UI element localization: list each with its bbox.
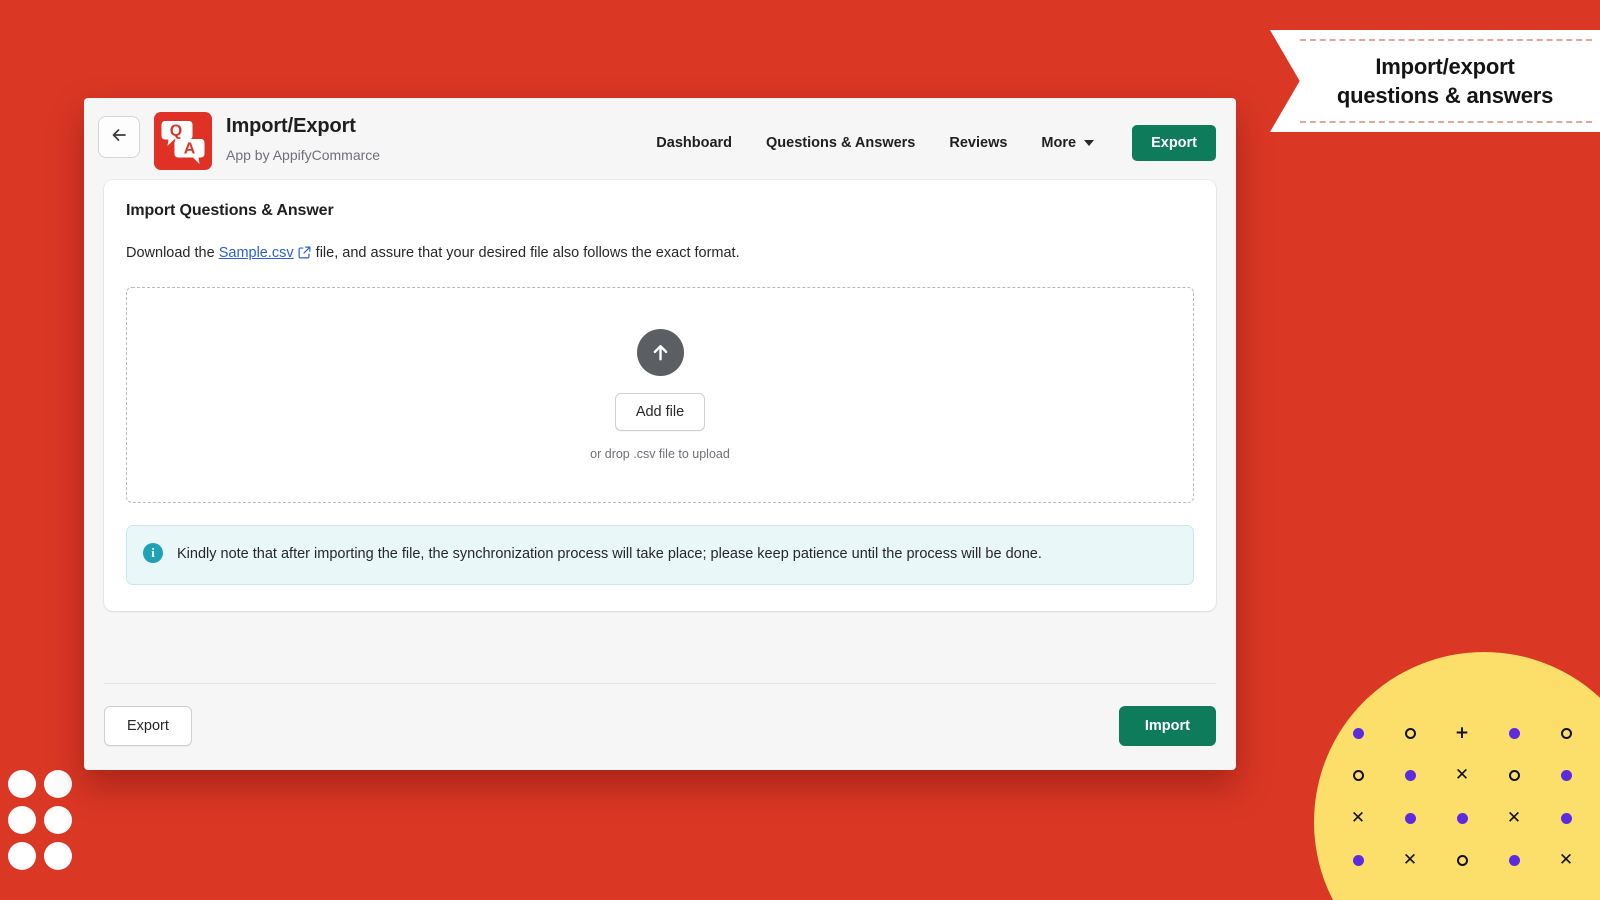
app-window: Q A Import/Export App by AppifyCommarce … [84, 98, 1236, 770]
decorative-dot [8, 806, 36, 834]
card-title: Import Questions & Answer [126, 202, 334, 219]
decorative-dot [8, 770, 36, 798]
decorative-mark-grid-bottom-right: + ✕ ✕ ✕ ✕ ✕ [1332, 712, 1592, 882]
decorative-x: ✕ [1454, 765, 1470, 786]
decorative-ring [1404, 727, 1416, 739]
nav-item-more[interactable]: More [1041, 135, 1095, 151]
external-link-icon[interactable] [298, 246, 311, 263]
card-footer: Export Import [104, 683, 1216, 770]
decorative-dot [1560, 770, 1572, 782]
ribbon-title: Import/export questions & answers [1335, 52, 1561, 111]
app-title-block: Import/Export App by AppifyCommarce [226, 112, 380, 163]
chevron-down-icon [1084, 140, 1095, 146]
arrow-up-circle-icon [636, 329, 684, 376]
app-topbar: Q A Import/Export App by AppifyCommarce … [84, 98, 1236, 180]
description-text-after: file, and assure that your desired file … [311, 245, 740, 261]
main-navigation: Dashboard Questions & Answers Reviews Mo… [656, 112, 1216, 161]
nav-item-label: Dashboard [656, 135, 733, 151]
decorative-x: ✕ [1402, 850, 1418, 871]
arrow-left-icon [109, 125, 129, 150]
decorative-dot-grid-bottom-left [8, 770, 76, 874]
nav-item-dashboard[interactable]: Dashboard [656, 135, 732, 151]
import-button[interactable]: Import [1118, 706, 1216, 746]
decorative-dot [1404, 812, 1416, 824]
decorative-dot [1352, 727, 1364, 739]
decorative-ring [1352, 770, 1364, 782]
decorative-ring [1456, 855, 1468, 867]
decorative-plus: + [1454, 722, 1470, 743]
decorative-ring [1560, 727, 1572, 739]
decorative-x: ✕ [1558, 850, 1574, 871]
decorative-dot [44, 806, 72, 834]
decorative-dot [8, 842, 36, 870]
ribbon-title-line2: questions & answers [1336, 83, 1554, 108]
decorative-dot [1352, 855, 1364, 867]
page-title: Import/Export [226, 115, 356, 137]
decorative-dot [44, 842, 72, 870]
ribbon-banner: Import/export questions & answers [1270, 30, 1600, 132]
info-banner-text: Kindly note that after importing the fil… [177, 546, 1042, 562]
svg-text:A: A [184, 141, 196, 158]
export-button-footer[interactable]: Export [104, 706, 192, 746]
info-icon: i [143, 543, 163, 563]
decorative-dot [1508, 727, 1520, 739]
app-developer-subtitle: App by AppifyCommarce [226, 147, 381, 163]
nav-item-label: Questions & Answers [766, 135, 916, 151]
nav-item-label: Reviews [949, 135, 1008, 151]
card-description: Download the Sample.csv file, and assure… [126, 245, 1194, 263]
svg-text:Q: Q [170, 123, 182, 140]
decorative-ring [1508, 770, 1520, 782]
decorative-dot [44, 770, 72, 798]
import-card: Import Questions & Answer Download the S… [104, 180, 1216, 611]
nav-item-reviews[interactable]: Reviews [949, 135, 1007, 151]
decorative-dot [1560, 812, 1572, 824]
app-logo: Q A [154, 112, 212, 170]
decorative-dot [1456, 812, 1468, 824]
info-banner: i Kindly note that after importing the f… [126, 525, 1194, 585]
decorative-x: ✕ [1350, 807, 1366, 828]
dropzone-hint: or drop .csv file to upload [590, 447, 730, 461]
file-dropzone[interactable]: Add file or drop .csv file to upload [126, 287, 1194, 503]
sample-csv-link[interactable]: Sample.csv [219, 245, 294, 261]
back-button[interactable] [98, 116, 140, 158]
decorative-x: ✕ [1506, 807, 1522, 828]
add-file-button[interactable]: Add file [614, 393, 706, 431]
nav-item-label: More [1041, 135, 1077, 151]
decorative-dot [1508, 855, 1520, 867]
decorative-dot [1404, 770, 1416, 782]
description-text-before: Download the [126, 245, 219, 261]
nav-item-questions-answers[interactable]: Questions & Answers [766, 135, 915, 151]
export-button-top[interactable]: Export [1132, 125, 1216, 161]
ribbon-title-line1: Import/export [1375, 53, 1515, 79]
